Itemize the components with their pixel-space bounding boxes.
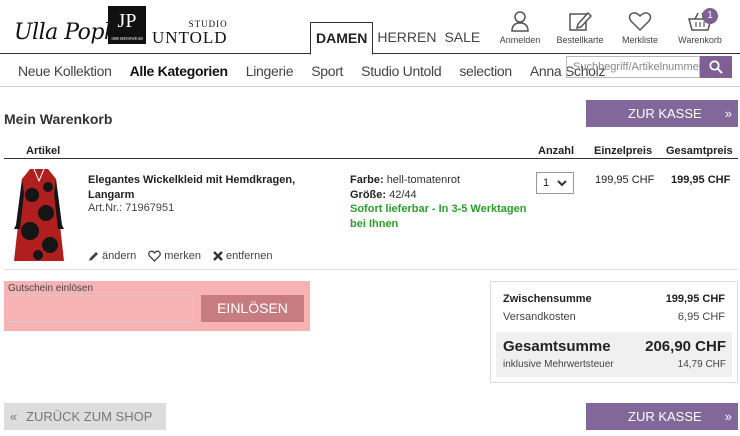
logo-jp-text: JP	[117, 10, 137, 32]
color-value: hell-tomatenrot	[386, 174, 461, 186]
order-card-label: Bestellkarte	[556, 35, 604, 45]
gender-tabs: DAMEN HERREN SALE	[310, 22, 484, 55]
site-header: Ulla Popken JP 1880 MENSWEAR STUDIO UNTO…	[0, 0, 740, 55]
product-attributes: Farbe: hell-tomatenrot Größe: 42/44 Sofo…	[350, 173, 530, 231]
header-icons: Anmelden Bestellkarte Merkliste 1 Warenk…	[490, 8, 730, 45]
back-to-shop-button[interactable]: « ZURÜCK ZUM SHOP	[4, 403, 166, 430]
pencil-icon	[89, 251, 98, 261]
divider	[4, 269, 738, 270]
login-label: Anmelden	[499, 35, 541, 45]
logo-jp1880[interactable]: JP 1880 MENSWEAR	[108, 6, 146, 44]
search-button[interactable]	[700, 56, 732, 78]
col-article: Artikel	[26, 145, 61, 157]
order-summary: Zwischensumme 199,95 CHF Versandkosten 6…	[490, 281, 738, 383]
page-title: Mein Warenkorb	[4, 111, 113, 127]
nav-alle-kategorien[interactable]: Alle Kategorien	[130, 63, 229, 79]
wishlist-label: Merkliste	[621, 35, 658, 45]
product-name[interactable]: Elegantes Wickelkleid mit Hemdkragen, La…	[88, 173, 318, 203]
login-link[interactable]: Anmelden	[490, 10, 550, 45]
subtotal-value: 199,95 CHF	[665, 293, 725, 305]
search-input[interactable]: Suchbegriff/Artikelnummer	[566, 56, 702, 78]
save-item-button[interactable]: merken	[148, 250, 201, 262]
search-icon	[709, 60, 723, 74]
product-article-number: Art.Nr.: 71967951	[88, 202, 175, 214]
checkout-label: ZUR KASSE	[628, 409, 702, 424]
coupon-label: Gutschein einlösen	[8, 283, 94, 294]
shipping-label: Versandkosten	[503, 311, 576, 323]
back-label: ZURÜCK ZUM SHOP	[26, 409, 153, 424]
save-label: merken	[164, 250, 201, 262]
wishlist-link[interactable]: Merkliste	[610, 10, 670, 45]
coupon-input[interactable]	[7, 295, 194, 322]
grand-total-value: 206,90 CHF	[645, 338, 726, 355]
heart-icon	[148, 250, 162, 262]
col-qty: Anzahl	[538, 145, 575, 157]
product-image[interactable]	[12, 165, 66, 265]
item-actions: ändern merken entfernen	[88, 250, 284, 262]
checkout-button-bottom[interactable]: ZUR KASSE »	[586, 403, 738, 430]
user-icon	[511, 11, 529, 32]
heart-icon	[628, 12, 652, 32]
grand-total-box: Gesamtsumme 206,90 CHF inklusive Mehrwer…	[496, 332, 732, 377]
order-card-icon	[569, 11, 592, 31]
chevrons-right-icon: »	[724, 409, 732, 424]
quantity-value: 1	[543, 177, 550, 189]
order-card-link[interactable]: Bestellkarte	[550, 10, 610, 45]
remove-label: entfernen	[225, 250, 273, 262]
vat-label: inklusive Mehrwertsteuer	[503, 359, 614, 370]
subtotal-row: Zwischensumme 199,95 CHF	[503, 293, 725, 305]
nav-studio-untold[interactable]: Studio Untold	[361, 63, 441, 79]
tab-herren[interactable]: HERREN	[373, 22, 440, 54]
size-label: Größe:	[350, 188, 387, 201]
basket-count-badge: 1	[702, 8, 718, 24]
logo-studio-bottom: UNTOLD	[152, 28, 228, 47]
chevrons-right-icon: »	[724, 106, 732, 121]
edit-label: ändern	[102, 250, 137, 262]
redeem-coupon-button[interactable]: EINLÖSEN	[201, 295, 304, 322]
total-price: 199,95 CHF	[671, 174, 731, 186]
vat-value: 14,79 CHF	[677, 359, 726, 370]
shipping-row: Versandkosten 6,95 CHF	[503, 311, 725, 323]
col-total-price: Gesamtpreis	[666, 145, 733, 157]
chevrons-left-icon: «	[10, 409, 18, 424]
close-icon	[213, 251, 223, 261]
nav-sport[interactable]: Sport	[311, 63, 343, 79]
remove-item-button[interactable]: entfernen	[213, 250, 272, 262]
size-value: 42/44	[389, 188, 417, 201]
subtotal-label: Zwischensumme	[503, 293, 592, 305]
checkout-button-top[interactable]: ZUR KASSE »	[586, 100, 738, 127]
tab-sale[interactable]: SALE	[440, 22, 484, 54]
logo-studio-untold[interactable]: STUDIO UNTOLD	[152, 20, 228, 47]
availability-status: Sofort lieferbar - In 3-5 Werktagen bei …	[350, 203, 527, 230]
unit-price: 199,95 CHF	[595, 174, 655, 186]
chevron-down-icon	[557, 180, 567, 187]
checkout-label: ZUR KASSE	[628, 106, 702, 121]
color-label: Farbe:	[350, 174, 384, 186]
basket-label: Warenkorb	[678, 35, 722, 45]
logo-jp-subtext: 1880 MENSWEAR	[111, 36, 143, 41]
coupon-section: Gutschein einlösen EINLÖSEN	[4, 281, 310, 331]
nav-neue-kollektion[interactable]: Neue Kollektion	[18, 63, 112, 79]
grand-total-label: Gesamtsumme	[503, 338, 611, 355]
edit-item-button[interactable]: ändern	[88, 250, 136, 262]
quantity-select[interactable]: 1	[536, 172, 574, 194]
col-unit-price: Einzelpreis	[594, 145, 653, 157]
cart-table-header: Artikel Anzahl Einzelpreis Gesamtpreis	[4, 145, 738, 159]
shipping-value: 6,95 CHF	[677, 311, 725, 323]
nav-selection[interactable]: selection	[459, 63, 512, 79]
basket-link[interactable]: 1 Warenkorb	[670, 8, 730, 45]
tab-damen[interactable]: DAMEN	[310, 22, 374, 55]
nav-lingerie[interactable]: Lingerie	[246, 63, 294, 79]
